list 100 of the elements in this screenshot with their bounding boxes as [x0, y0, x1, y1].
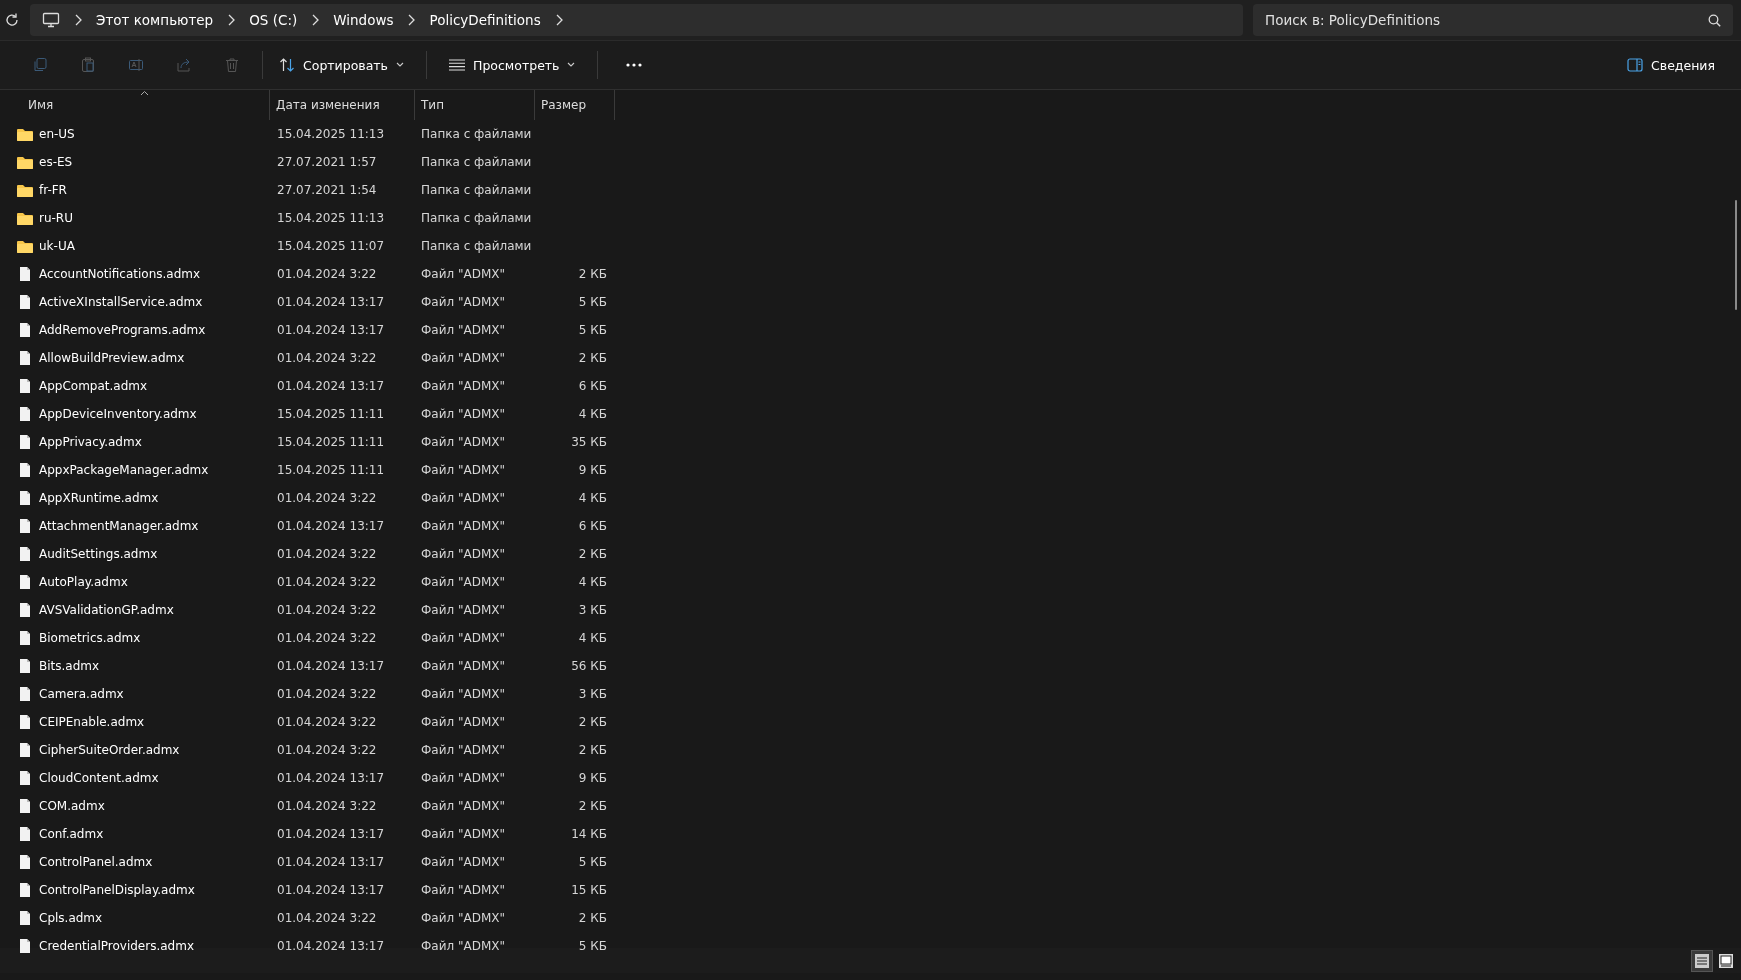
refresh-icon[interactable] — [4, 12, 20, 28]
type-cell-text: Файл "ADMX" — [420, 407, 507, 421]
column-header[interactable]: Дата изменения — [270, 90, 415, 120]
type-cell-text: Файл "ADMX" — [420, 827, 507, 841]
file-name[interactable]: AttachmentManager.admx — [39, 519, 199, 533]
sort-caret-icon — [140, 90, 149, 96]
size-cell-text: 9 КБ — [577, 771, 608, 785]
file-name[interactable]: ru-RU — [39, 211, 73, 225]
file-icon — [17, 798, 33, 814]
file-icon — [17, 294, 33, 310]
file-name[interactable]: AuditSettings.admx — [39, 547, 158, 561]
file-icon — [17, 546, 33, 562]
file-name[interactable]: ControlPanelDisplay.admx — [39, 883, 195, 897]
file-name[interactable]: AVSValidationGP.admx — [39, 603, 174, 617]
file-icon — [17, 770, 33, 786]
file-name[interactable]: Biometrics.admx — [39, 631, 141, 645]
file-name[interactable]: COM.admx — [39, 799, 105, 813]
scrollbar[interactable] — [1735, 200, 1737, 310]
type-cell-text: Папка с файлами — [420, 155, 533, 169]
file-icon — [17, 602, 33, 618]
breadcrumb-item[interactable]: PolicyDefinitions — [415, 12, 555, 28]
size-cell-text: 14 КБ — [570, 827, 608, 841]
file-name[interactable]: AutoPlay.admx — [39, 575, 128, 589]
file-name[interactable]: es-ES — [39, 155, 73, 169]
file-name[interactable]: en-US — [39, 127, 75, 141]
date-cell-text: 01.04.2024 3:22 — [276, 911, 378, 925]
file-name[interactable]: AppxPackageManager.admx — [39, 463, 209, 477]
search-icon — [1708, 14, 1721, 27]
date-cell-text: 27.07.2021 1:57 — [276, 155, 378, 169]
size-cell-text: 4 КБ — [577, 631, 608, 645]
type-cell-text: Файл "ADMX" — [420, 715, 507, 729]
date-cell-text: 15.04.2025 11:11 — [276, 435, 386, 449]
sort-button[interactable]: Сортировать — [269, 49, 414, 81]
type-cell-text: Файл "ADMX" — [420, 687, 507, 701]
file-name[interactable]: CredentialProviders.admx — [39, 939, 194, 953]
type-cell-text: Файл "ADMX" — [420, 463, 507, 477]
file-name[interactable]: CloudContent.admx — [39, 771, 159, 785]
file-name[interactable]: ControlPanel.admx — [39, 855, 153, 869]
date-cell-text: 15.04.2025 11:13 — [276, 211, 386, 225]
column-header[interactable]: Размер — [535, 90, 615, 120]
size-cell-text: 6 КБ — [577, 519, 608, 533]
folder-icon — [17, 127, 33, 141]
file-name[interactable]: Camera.admx — [39, 687, 124, 701]
column-header[interactable]: Имя — [0, 90, 270, 120]
file-name[interactable]: AllowBuildPreview.admx — [39, 351, 185, 365]
type-cell-text: Файл "ADMX" — [420, 435, 507, 449]
size-cell-text: 56 КБ — [570, 659, 608, 673]
date-cell-text: 01.04.2024 3:22 — [276, 351, 378, 365]
file-name[interactable]: ActiveXInstallService.admx — [39, 295, 203, 309]
file-name[interactable]: fr-FR — [39, 183, 67, 197]
file-icon — [17, 322, 33, 338]
file-name[interactable]: AccountNotifications.admx — [39, 267, 201, 281]
chevron-icon — [74, 14, 82, 26]
file-name[interactable]: Bits.admx — [39, 659, 100, 673]
file-name[interactable]: AddRemovePrograms.admx — [39, 323, 206, 337]
search-field[interactable]: Поиск в: PolicyDefinitions — [1253, 4, 1733, 36]
file-name[interactable]: AppPrivacy.admx — [39, 435, 142, 449]
folder-icon — [17, 155, 33, 169]
file-name[interactable]: AppDeviceInventory.admx — [39, 407, 197, 421]
date-cell-text: 01.04.2024 13:17 — [276, 771, 386, 785]
file-name[interactable]: uk-UA — [39, 239, 75, 253]
type-cell-text: Файл "ADMX" — [420, 631, 507, 645]
address-bar[interactable]: Этот компьютер OS (C:) Windows PolicyDefinitions — [30, 4, 1243, 36]
type-cell-text: Файл "ADMX" — [420, 855, 507, 869]
column-header[interactable]: Тип — [415, 90, 535, 120]
size-cell-text: 2 КБ — [577, 715, 608, 729]
breadcrumb-item[interactable]: Windows — [319, 12, 408, 28]
file-name[interactable]: Conf.admx — [39, 827, 104, 841]
size-cell-text: 2 КБ — [577, 547, 608, 561]
file-name[interactable]: AppCompat.admx — [39, 379, 148, 393]
date-cell-text: 01.04.2024 13:17 — [276, 827, 386, 841]
panel-icon — [1627, 58, 1644, 72]
size-cell-text: 5 КБ — [577, 855, 608, 869]
size-cell-text: 2 КБ — [577, 743, 608, 757]
date-cell-text: 01.04.2024 3:22 — [276, 603, 378, 617]
breadcrumb-item[interactable]: Этот компьютер — [82, 12, 228, 28]
file-icon — [17, 350, 33, 366]
file-icon — [17, 714, 33, 730]
file-name[interactable]: CipherSuiteOrder.admx — [39, 743, 180, 757]
type-cell-text: Файл "ADMX" — [420, 575, 507, 589]
type-cell-text: Файл "ADMX" — [420, 743, 507, 757]
file-name[interactable]: Cpls.admx — [39, 911, 103, 925]
type-cell-text: Папка с файлами — [420, 183, 533, 197]
date-cell-text: 01.04.2024 13:17 — [276, 323, 386, 337]
trash-icon — [224, 57, 240, 73]
chevron-icon — [407, 14, 416, 26]
details-pane-button[interactable]: Сведения — [1617, 49, 1725, 81]
type-cell-text: Файл "ADMX" — [420, 603, 507, 617]
breadcrumb-item[interactable]: OS (C:) — [235, 12, 312, 28]
size-cell-text: 2 КБ — [577, 267, 608, 281]
file-name[interactable]: CEIPEnable.admx — [39, 715, 145, 729]
size-cell-text: 5 КБ — [577, 295, 608, 309]
file-icon — [17, 462, 33, 478]
view-button[interactable]: Просмотреть — [439, 49, 586, 81]
caret-icon — [396, 62, 404, 68]
sort-icon — [279, 57, 295, 73]
file-name[interactable]: AppXRuntime.admx — [39, 491, 159, 505]
file-icon — [17, 266, 33, 282]
type-cell-text: Файл "ADMX" — [420, 491, 507, 505]
view-toggle[interactable] — [1691, 949, 1713, 972]
